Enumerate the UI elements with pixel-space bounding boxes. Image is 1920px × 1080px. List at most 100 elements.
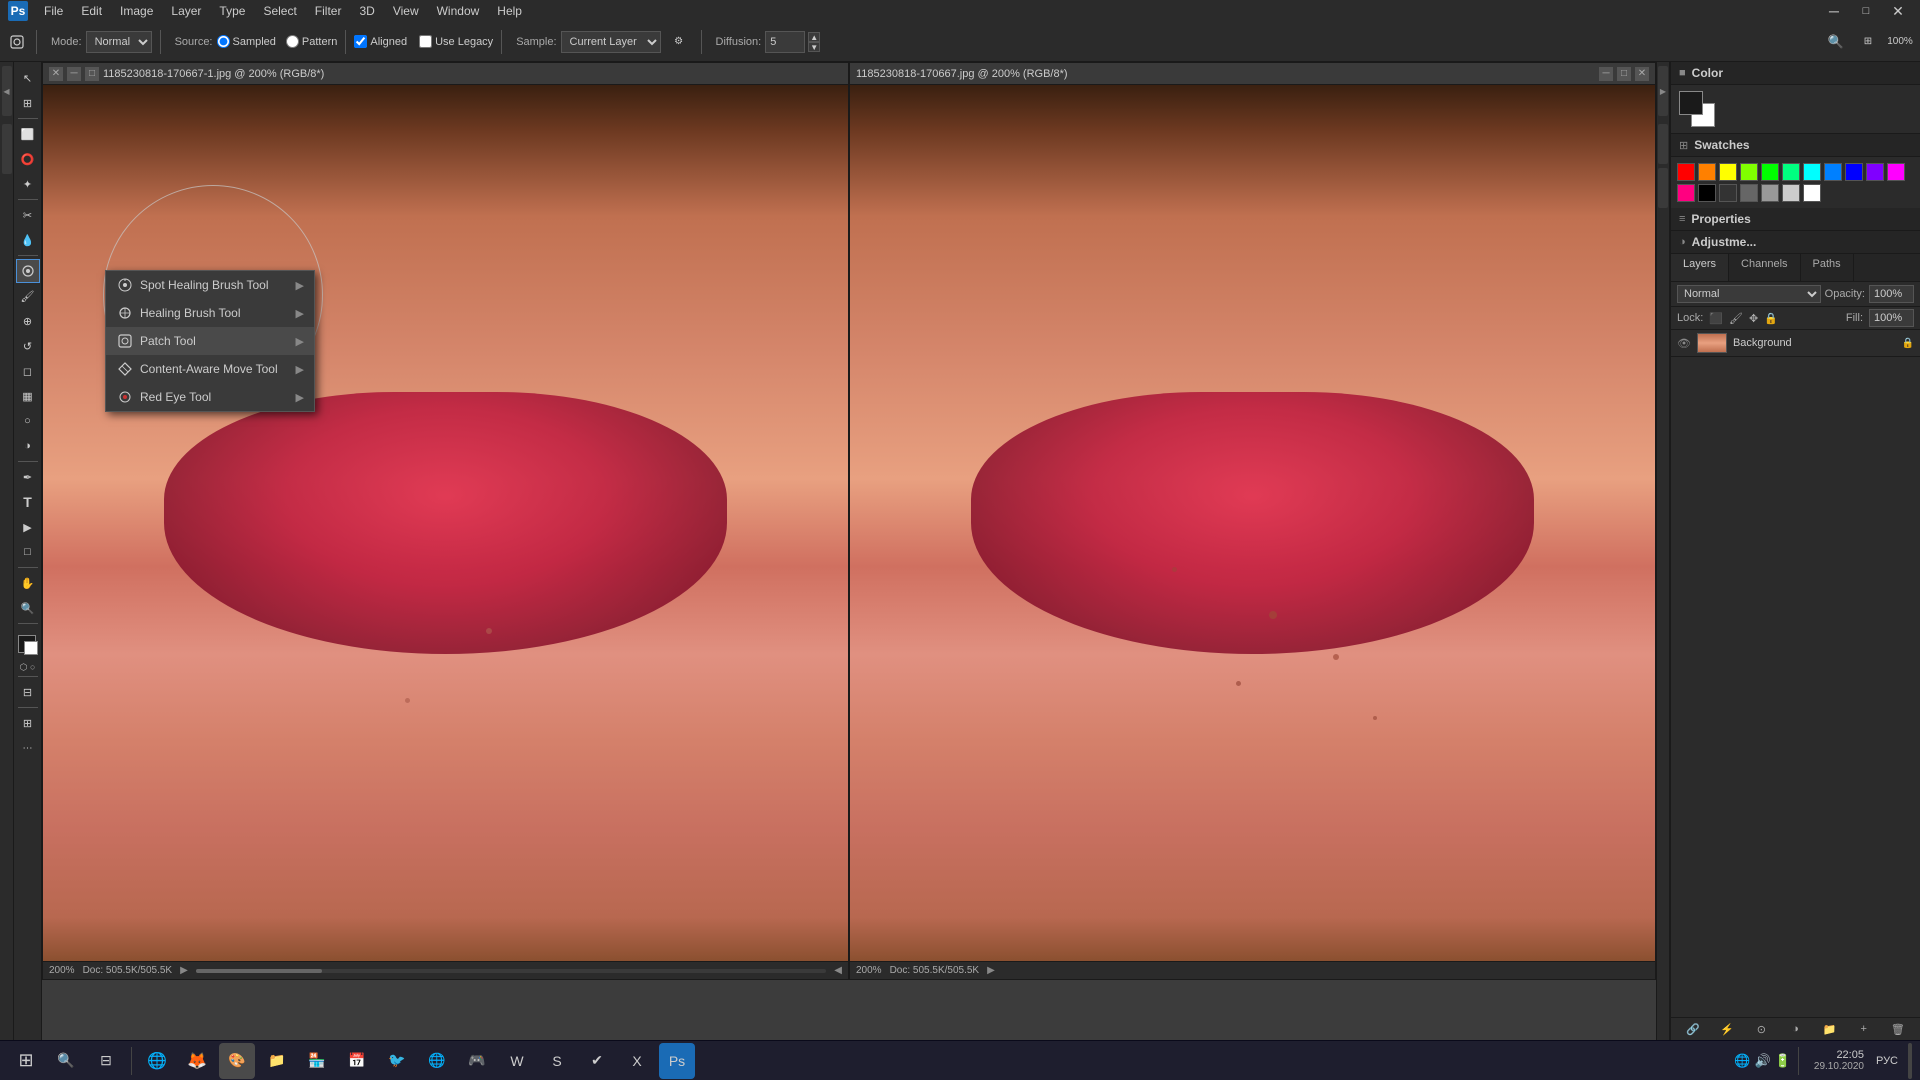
gradient-tool[interactable]: ▦ [16, 384, 40, 408]
type-tool[interactable]: T [16, 490, 40, 514]
ctx-content-aware[interactable]: Content-Aware Move Tool ▶ [106, 355, 314, 383]
clone-stamp-tool[interactable]: ⊕ [16, 309, 40, 333]
menu-filter[interactable]: Filter [307, 2, 350, 20]
swatch-midgray[interactable] [1761, 184, 1779, 202]
taskbar-word[interactable]: W [499, 1043, 535, 1079]
zoom-btn[interactable]: 100% [1886, 28, 1914, 56]
add-mask-btn[interactable]: ⊙ [1745, 1020, 1777, 1038]
canvas-nav-left2[interactable]: ◀ [834, 965, 842, 976]
swatch-gray[interactable] [1740, 184, 1758, 202]
ctx-healing-brush[interactable]: Healing Brush Tool ▶ [106, 299, 314, 327]
eyedropper-tool[interactable]: 💧 [16, 228, 40, 252]
network-icon[interactable]: 🌐 [1734, 1053, 1750, 1069]
taskbar-app7[interactable]: 🐦 [379, 1043, 415, 1079]
right-strip-btn[interactable]: ▶ [1658, 66, 1668, 116]
sample-options-btn[interactable]: ⚙ [665, 28, 693, 56]
menu-layer[interactable]: Layer [163, 2, 209, 20]
background-color[interactable] [24, 641, 38, 655]
zoom-tool[interactable]: 🔍 [16, 596, 40, 620]
crop-tool[interactable]: ✂ [16, 203, 40, 227]
taskbar-datetime[interactable]: 22:05 29.10.2020 [1806, 1049, 1872, 1072]
taskbar-app9[interactable]: 🎮 [459, 1043, 495, 1079]
dodge-tool[interactable]: ◑ [16, 434, 40, 458]
swatch-blue[interactable] [1824, 163, 1842, 181]
maximize-btn[interactable]: □ [1852, 0, 1880, 25]
menu-select[interactable]: Select [255, 2, 304, 20]
healing-tool[interactable] [16, 259, 40, 283]
fg-color-swatch[interactable] [1679, 91, 1703, 115]
swatch-teal[interactable] [1782, 163, 1800, 181]
ps-logo[interactable]: Ps [8, 1, 28, 21]
search-btn[interactable]: 🔍 [1822, 28, 1850, 56]
mode-select[interactable]: Normal [86, 31, 152, 53]
layer-item-background[interactable]: 👁 Background 🔒 [1671, 330, 1920, 357]
shape-tool[interactable]: □ [16, 540, 40, 564]
source-sampled-radio[interactable] [217, 35, 230, 48]
eraser-tool[interactable]: ◻ [16, 359, 40, 383]
show-desktop-btn[interactable] [1908, 1043, 1912, 1079]
sample-select[interactable]: Current Layer [561, 31, 661, 53]
canvas-nav-right[interactable]: ▶ [180, 965, 188, 976]
menu-view[interactable]: View [385, 2, 427, 20]
taskbar-ie[interactable]: 🌐 [139, 1043, 175, 1079]
menu-edit[interactable]: Edit [73, 2, 110, 20]
menu-window[interactable]: Window [429, 2, 488, 20]
swatch-lime[interactable] [1740, 163, 1758, 181]
path-select-tool[interactable]: ▶ [16, 515, 40, 539]
taskbar-app5[interactable]: 🏪 [299, 1043, 335, 1079]
lock-transparent-icon[interactable]: ⬛ [1709, 312, 1723, 325]
tab-layers[interactable]: Layers [1671, 254, 1729, 281]
extras-btn[interactable]: ⋯ [16, 736, 40, 760]
maximize-left-canvas[interactable]: □ [85, 67, 99, 81]
left-strip-btn[interactable]: ◀ [2, 66, 12, 116]
taskbar-app3[interactable]: 🎨 [219, 1043, 255, 1079]
blur-tool[interactable]: ○ [16, 409, 40, 433]
use-legacy-label[interactable]: Use Legacy [419, 35, 493, 48]
swatch-purple[interactable] [1866, 163, 1884, 181]
delete-layer-btn[interactable]: 🗑 [1882, 1020, 1914, 1038]
close-btn[interactable]: ✕ [1884, 0, 1912, 25]
canvas-content-right[interactable] [850, 85, 1655, 961]
menu-help[interactable]: Help [489, 2, 530, 20]
swatch-green[interactable] [1761, 163, 1779, 181]
link-layers-btn[interactable]: 🔗 [1677, 1020, 1709, 1038]
lock-position-icon[interactable]: ✥ [1749, 312, 1758, 325]
new-adjustment-btn[interactable]: ◑ [1779, 1020, 1811, 1038]
ctx-red-eye[interactable]: Red Eye Tool ▶ [106, 383, 314, 411]
right-strip-btn3[interactable] [1658, 168, 1668, 208]
source-pattern-radio[interactable] [286, 35, 299, 48]
close-right-canvas[interactable]: ✕ [1635, 67, 1649, 81]
add-style-btn[interactable]: ⚡ [1711, 1020, 1743, 1038]
volume-icon[interactable]: 🔊 [1755, 1053, 1771, 1069]
task-view-btn[interactable]: ⊟ [88, 1043, 124, 1079]
battery-icon[interactable]: 🔋 [1775, 1053, 1791, 1069]
right-strip-btn2[interactable] [1658, 124, 1668, 164]
menu-file[interactable]: File [36, 2, 71, 20]
swatch-yellow[interactable] [1719, 163, 1737, 181]
layer-blend-mode[interactable]: Normal [1677, 285, 1821, 303]
menu-type[interactable]: Type [211, 2, 253, 20]
source-pattern-label[interactable]: Pattern [286, 35, 337, 48]
new-group-btn[interactable]: 📁 [1814, 1020, 1846, 1038]
swatch-white[interactable] [1803, 184, 1821, 202]
layer-visibility-icon[interactable]: 👁 [1677, 337, 1691, 350]
taskbar-app6[interactable]: 📅 [339, 1043, 375, 1079]
taskbar-excel[interactable]: X [619, 1043, 655, 1079]
lasso-tool[interactable]: ⭕ [16, 147, 40, 171]
swatch-magenta[interactable] [1887, 163, 1905, 181]
menu-image[interactable]: Image [112, 2, 161, 20]
magic-wand-tool[interactable]: ✦ [16, 172, 40, 196]
ctx-patch-tool[interactable]: Patch Tool ▶ [106, 327, 314, 355]
swatch-pink[interactable] [1677, 184, 1695, 202]
new-layer-btn[interactable]: + [1848, 1020, 1880, 1038]
ctx-spot-healing[interactable]: Spot Healing Brush Tool ▶ [106, 271, 314, 299]
brush-tool[interactable]: 🖌 [16, 284, 40, 308]
aligned-label[interactable]: Aligned [354, 35, 407, 48]
artboard-tool[interactable]: ⊞ [16, 91, 40, 115]
canvas-content-left[interactable]: Spot Healing Brush Tool ▶ Healing Brush … [43, 85, 848, 961]
swatch-darkgray[interactable] [1719, 184, 1737, 202]
history-brush-tool[interactable]: ↺ [16, 334, 40, 358]
hand-tool[interactable]: ✋ [16, 571, 40, 595]
source-sampled-label[interactable]: Sampled [217, 35, 276, 48]
tab-channels[interactable]: Channels [1729, 254, 1800, 281]
